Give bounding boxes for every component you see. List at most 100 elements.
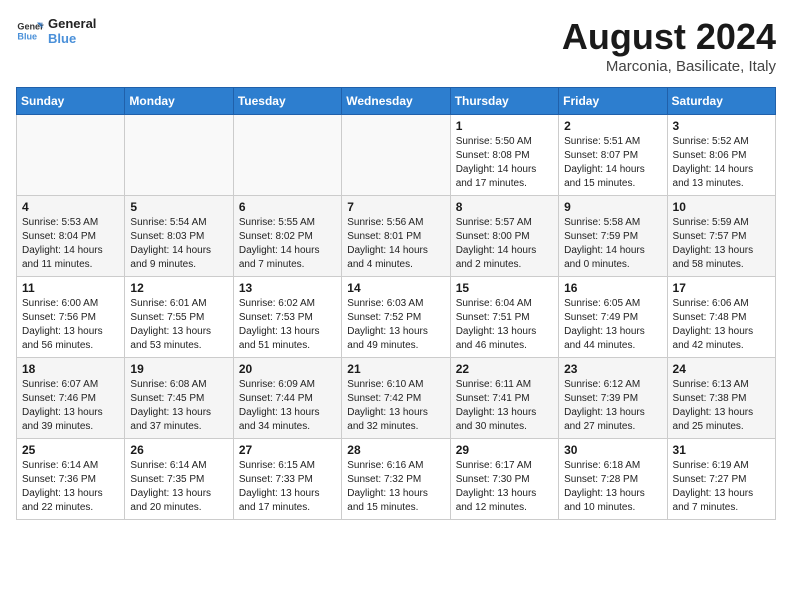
day-number: 9 <box>564 200 661 214</box>
day-info: Sunrise: 5:52 AMSunset: 8:06 PMDaylight:… <box>673 135 770 191</box>
day-cell: 15Sunrise: 6:04 AMSunset: 7:51 PMDayligh… <box>450 277 558 358</box>
col-header-friday: Friday <box>559 88 667 115</box>
day-cell: 29 Sunrise: 6:17 AMSunset: 7:30 PMDayligh… <box>450 439 558 520</box>
day-cell: 26Sunrise: 6:14 AMSunset: 7:35 PMDayligh… <box>125 439 233 520</box>
day-cell: 30 Sunrise: 6:18 AMSunset: 7:28 PMDayligh… <box>559 439 667 520</box>
location-subtitle: Marconia, Basilicate, Italy <box>562 58 776 75</box>
day-number: 31 <box>673 443 770 457</box>
col-header-tuesday: Tuesday <box>233 88 341 115</box>
day-number: 22 <box>456 362 553 376</box>
day-info: Sunrise: 5:55 AMSunset: 8:02 PMDaylight:… <box>239 216 336 272</box>
day-info: Sunrise: 6:14 AMSunset: 7:36 PMDaylight:… <box>22 459 119 515</box>
day-number: 16 <box>564 281 661 295</box>
day-cell: 10 Sunrise: 5:59 AMSunset: 7:57 PMDayligh… <box>667 196 775 277</box>
day-info: Sunrise: 6:06 AMSunset: 7:48 PMDaylight:… <box>673 297 770 353</box>
day-number: 2 <box>564 119 661 133</box>
day-cell: 25 Sunrise: 6:14 AMSunset: 7:36 PMDayligh… <box>17 439 125 520</box>
day-number: 27 <box>239 443 336 457</box>
col-header-saturday: Saturday <box>667 88 775 115</box>
day-cell: 9 Sunrise: 5:58 AMSunset: 7:59 PMDaylight… <box>559 196 667 277</box>
day-info: Sunrise: 5:51 AMSunset: 8:07 PMDaylight:… <box>564 135 661 191</box>
day-info: Sunrise: 6:03 AMSunset: 7:52 PMDaylight:… <box>347 297 444 353</box>
logo-text-line2: Blue <box>48 31 96 46</box>
day-info: Sunrise: 5:56 AMSunset: 8:01 PMDaylight:… <box>347 216 444 272</box>
day-number: 24 <box>673 362 770 376</box>
logo-text-line1: General <box>48 16 96 31</box>
logo-icon: General Blue <box>16 17 44 45</box>
day-cell: 27 Sunrise: 6:15 AMSunset: 7:33 PMDayligh… <box>233 439 341 520</box>
day-info: Sunrise: 6:02 AMSunset: 7:53 PMDaylight:… <box>239 297 336 353</box>
day-number: 29 <box>456 443 553 457</box>
day-cell <box>233 115 341 196</box>
day-number: 10 <box>673 200 770 214</box>
day-cell: 7 Sunrise: 5:56 AMSunset: 8:01 PMDaylight… <box>342 196 450 277</box>
day-cell: 24Sunrise: 6:13 AMSunset: 7:38 PMDayligh… <box>667 358 775 439</box>
logo: General Blue General Blue <box>16 16 96 46</box>
calendar-table: SundayMondayTuesdayWednesdayThursdayFrid… <box>16 87 776 520</box>
day-number: 6 <box>239 200 336 214</box>
day-number: 8 <box>456 200 553 214</box>
day-info: Sunrise: 6:18 AMSunset: 7:28 PMDaylight:… <box>564 459 661 515</box>
day-info: Sunrise: 6:05 AMSunset: 7:49 PMDaylight:… <box>564 297 661 353</box>
day-number: 20 <box>239 362 336 376</box>
day-cell: 2 Sunrise: 5:51 AMSunset: 8:07 PMDaylight… <box>559 115 667 196</box>
day-number: 21 <box>347 362 444 376</box>
day-info: Sunrise: 6:14 AMSunset: 7:35 PMDaylight:… <box>130 459 227 515</box>
day-info: Sunrise: 5:53 AMSunset: 8:04 PMDaylight:… <box>22 216 119 272</box>
day-info: Sunrise: 6:01 AMSunset: 7:55 PMDaylight:… <box>130 297 227 353</box>
day-cell: 12Sunrise: 6:01 AMSunset: 7:55 PMDayligh… <box>125 277 233 358</box>
day-number: 5 <box>130 200 227 214</box>
day-info: Sunrise: 5:59 AMSunset: 7:57 PMDaylight:… <box>673 216 770 272</box>
day-number: 4 <box>22 200 119 214</box>
day-cell <box>17 115 125 196</box>
day-number: 28 <box>347 443 444 457</box>
day-cell: 8 Sunrise: 5:57 AMSunset: 8:00 PMDaylight… <box>450 196 558 277</box>
week-row-1: 1Sunrise: 5:50 AMSunset: 8:08 PMDaylight… <box>17 115 776 196</box>
day-cell: 17 Sunrise: 6:06 AMSunset: 7:48 PMDayligh… <box>667 277 775 358</box>
day-cell: 6 Sunrise: 5:55 AMSunset: 8:02 PMDaylight… <box>233 196 341 277</box>
col-header-monday: Monday <box>125 88 233 115</box>
day-cell: 19 Sunrise: 6:08 AMSunset: 7:45 PMDayligh… <box>125 358 233 439</box>
col-header-thursday: Thursday <box>450 88 558 115</box>
col-header-sunday: Sunday <box>17 88 125 115</box>
day-number: 19 <box>130 362 227 376</box>
day-info: Sunrise: 6:04 AMSunset: 7:51 PMDaylight:… <box>456 297 553 353</box>
day-info: Sunrise: 6:08 AMSunset: 7:45 PMDaylight:… <box>130 378 227 434</box>
day-cell: 23Sunrise: 6:12 AMSunset: 7:39 PMDayligh… <box>559 358 667 439</box>
day-cell <box>342 115 450 196</box>
day-cell: 1Sunrise: 5:50 AMSunset: 8:08 PMDaylight… <box>450 115 558 196</box>
day-number: 11 <box>22 281 119 295</box>
day-info: Sunrise: 6:16 AMSunset: 7:32 PMDaylight:… <box>347 459 444 515</box>
day-cell: 13Sunrise: 6:02 AMSunset: 7:53 PMDayligh… <box>233 277 341 358</box>
day-info: Sunrise: 6:07 AMSunset: 7:46 PMDaylight:… <box>22 378 119 434</box>
day-cell: 21 Sunrise: 6:10 AMSunset: 7:42 PMDayligh… <box>342 358 450 439</box>
day-info: Sunrise: 6:11 AMSunset: 7:41 PMDaylight:… <box>456 378 553 434</box>
col-header-wednesday: Wednesday <box>342 88 450 115</box>
day-info: Sunrise: 6:12 AMSunset: 7:39 PMDaylight:… <box>564 378 661 434</box>
day-number: 25 <box>22 443 119 457</box>
day-cell: 31 Sunrise: 6:19 AMSunset: 7:27 PMDayligh… <box>667 439 775 520</box>
day-cell: 3Sunrise: 5:52 AMSunset: 8:06 PMDaylight… <box>667 115 775 196</box>
month-year-title: August 2024 <box>562 16 776 58</box>
day-info: Sunrise: 5:57 AMSunset: 8:00 PMDaylight:… <box>456 216 553 272</box>
day-info: Sunrise: 6:10 AMSunset: 7:42 PMDaylight:… <box>347 378 444 434</box>
day-number: 1 <box>456 119 553 133</box>
day-info: Sunrise: 5:58 AMSunset: 7:59 PMDaylight:… <box>564 216 661 272</box>
day-info: Sunrise: 5:54 AMSunset: 8:03 PMDaylight:… <box>130 216 227 272</box>
day-number: 7 <box>347 200 444 214</box>
day-cell: 16 Sunrise: 6:05 AMSunset: 7:49 PMDayligh… <box>559 277 667 358</box>
day-info: Sunrise: 6:19 AMSunset: 7:27 PMDaylight:… <box>673 459 770 515</box>
day-number: 17 <box>673 281 770 295</box>
week-row-3: 11Sunrise: 6:00 AMSunset: 7:56 PMDayligh… <box>17 277 776 358</box>
day-cell: 28 Sunrise: 6:16 AMSunset: 7:32 PMDayligh… <box>342 439 450 520</box>
day-number: 14 <box>347 281 444 295</box>
day-number: 30 <box>564 443 661 457</box>
day-cell: 14 Sunrise: 6:03 AMSunset: 7:52 PMDayligh… <box>342 277 450 358</box>
day-info: Sunrise: 6:17 AMSunset: 7:30 PMDaylight:… <box>456 459 553 515</box>
week-row-2: 4 Sunrise: 5:53 AMSunset: 8:04 PMDaylight… <box>17 196 776 277</box>
week-row-4: 18 Sunrise: 6:07 AMSunset: 7:46 PMDayligh… <box>17 358 776 439</box>
day-cell: 22 Sunrise: 6:11 AMSunset: 7:41 PMDayligh… <box>450 358 558 439</box>
day-number: 18 <box>22 362 119 376</box>
day-cell: 20Sunrise: 6:09 AMSunset: 7:44 PMDayligh… <box>233 358 341 439</box>
day-info: Sunrise: 6:15 AMSunset: 7:33 PMDaylight:… <box>239 459 336 515</box>
